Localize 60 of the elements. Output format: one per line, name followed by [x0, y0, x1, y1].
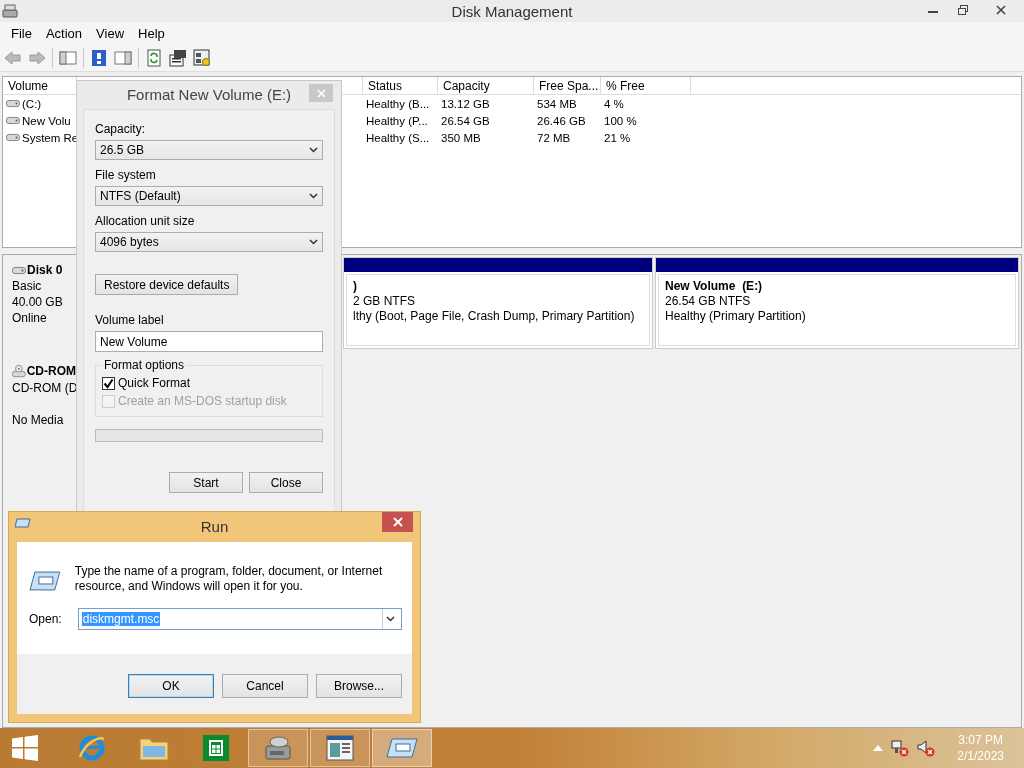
table-cell-text: 72 MB — [536, 130, 572, 146]
field-label: Open: — [29, 612, 62, 626]
table-cell-text: 26.46 GB — [536, 113, 587, 129]
partition-block[interactable]: New Volume (E:) 26.54 GB NTFS Healthy (Primary Partition) — [655, 257, 1019, 349]
checkbox-label: Quick Format — [118, 376, 190, 390]
disk-size: 40.00 GB — [12, 295, 64, 309]
clock-date: 2/1/2023 — [957, 749, 1004, 763]
dialog-button[interactable]: Start — [169, 472, 243, 493]
window-title: Disk Management — [451, 2, 573, 20]
table-cell-text: 13.12 GB — [440, 96, 491, 112]
menu-item[interactable]: Help — [131, 23, 172, 43]
disk-name: Disk 0 — [12, 263, 76, 277]
dialog-button[interactable]: Browse... — [316, 674, 402, 698]
table-cell-text: 534 MB — [536, 96, 578, 112]
menu-item[interactable]: Action — [38, 23, 90, 43]
dialog-button[interactable]: OK — [128, 674, 214, 698]
disk-name: CD-ROM — [12, 363, 76, 379]
menu-item[interactable]: File — [4, 23, 39, 43]
table-cell-text: 26.54 GB — [440, 113, 491, 129]
column-header[interactable]: Status — [363, 77, 438, 95]
disk-status: Online — [12, 311, 48, 325]
partition-size: 26.54 GB NTFS — [665, 294, 752, 308]
dialog-button[interactable]: Close — [249, 472, 323, 493]
disk-status: No Media — [12, 413, 65, 427]
dialog-title: Run — [200, 517, 229, 535]
table-cell-text: Healthy (S... — [365, 130, 431, 146]
field-label: Volume label — [95, 313, 165, 327]
restore-defaults-button[interactable]: Restore device defaults — [95, 274, 239, 295]
clock-time: 3:07 PM — [958, 733, 1003, 747]
menu-item[interactable]: View — [89, 23, 132, 43]
column-header[interactable]: Capacity — [438, 77, 534, 95]
dropdown[interactable]: 26.5 GB — [95, 140, 323, 160]
partition-name: New Volume (E:) — [665, 279, 764, 293]
table-cell-text: 21 % — [603, 130, 632, 146]
group-title: Format options — [102, 358, 187, 372]
field-label: Capacity: — [95, 122, 147, 136]
partition-status: lthy (Boot, Page File, Crash Dump, Primary Partition) — [353, 309, 636, 323]
dropdown[interactable]: NTFS (Default) — [95, 186, 323, 206]
instruction-text: Type the name of a program, folder, document, or Internet resource, and Windows will open it for you. — [74, 564, 384, 594]
dropdown[interactable]: 4096 bytes — [95, 232, 323, 252]
input-field[interactable]: New Volume — [95, 331, 323, 352]
field-label: File system — [95, 168, 157, 182]
table-cell: (C:) — [3, 95, 77, 112]
disk-type: Basic — [12, 279, 43, 293]
table-cell-text: 100 % — [603, 113, 638, 129]
column-header[interactable]: % Free — [601, 77, 691, 95]
field-label: Allocation unit size — [95, 214, 196, 228]
dialog-title: Format New Volume (E:) — [126, 85, 292, 103]
partition-size: 2 GB NTFS — [353, 294, 416, 308]
table-cell: New Volu — [3, 112, 77, 129]
partition-block[interactable]: ) 2 GB NTFS lthy (Boot, Page File, Crash Dump, Primary Partition) — [343, 257, 653, 349]
checkbox-label: Create an MS-DOS startup disk — [118, 394, 287, 408]
table-cell-text: Healthy (P... — [365, 113, 429, 129]
dialog-button[interactable]: Cancel — [222, 674, 308, 698]
partition-name: ) — [353, 279, 358, 293]
table-cell-text: 4 % — [603, 96, 625, 112]
table-cell-text: Healthy (B... — [365, 96, 431, 112]
column-header[interactable]: Free Spa... — [534, 77, 601, 95]
partition-status: Healthy (Primary Partition) — [665, 309, 807, 323]
table-cell-text: 350 MB — [440, 130, 482, 146]
